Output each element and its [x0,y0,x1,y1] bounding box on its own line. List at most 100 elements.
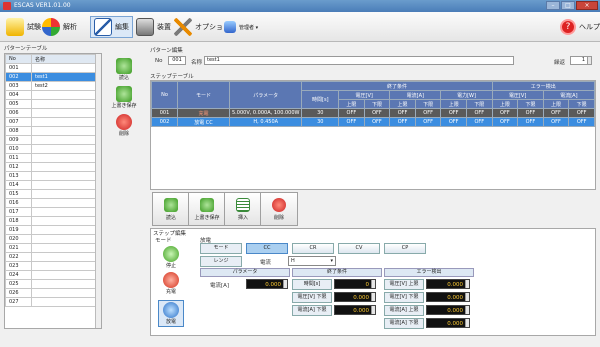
pattern-row[interactable]: 020 [5,234,97,244]
param-current-input[interactable]: 0.000 [246,279,288,289]
help-button[interactable]: ? ヘルプ [560,16,600,38]
spin-arrows-icon[interactable] [465,293,469,301]
pattern-row[interactable]: 021 [5,243,97,253]
end-voltage-lower-input[interactable]: 0.000 [334,292,376,302]
empty-cell [467,127,493,136]
err-voltage-upper-input[interactable]: 0.000 [426,279,470,289]
pattern-row[interactable]: 024 [5,270,97,280]
range-select[interactable]: H ▾ [288,256,336,266]
mode-cv-button[interactable]: CV [338,243,380,254]
close-button[interactable]: × [576,1,598,10]
empty-cell [467,190,493,191]
pattern-row[interactable]: 008 [5,126,97,136]
device-button[interactable]: 装置 [136,16,171,38]
spin-arrows-icon[interactable] [587,57,591,64]
end-current-lower-input[interactable]: 0.000 [334,305,376,315]
pattern-row[interactable]: 018 [5,216,97,226]
err-current-lower-input[interactable]: 0.000 [426,318,470,328]
err-current-upper-label[interactable]: 電流[A] 上限 [384,305,424,316]
empty-cell [492,154,518,163]
pattern-row[interactable]: 026 [5,288,97,298]
err-voltage-header: 電圧[V] [491,90,544,100]
step-param-header: パラメータ [228,81,303,109]
err-current-upper-input[interactable]: 0.000 [426,305,470,315]
spin-arrows-icon[interactable] [465,280,469,288]
repeat-stepper[interactable]: 1 [570,56,592,65]
admin-button[interactable]: 管理者 ▾ [224,16,258,38]
empty-cell [390,154,416,163]
pattern-row[interactable]: 003 test2 [5,81,97,91]
delete-pattern-button[interactable]: 削除 [108,114,140,137]
load-button[interactable]: 読込 [108,58,140,81]
test-button[interactable]: 試験 [6,16,41,38]
step-load-button[interactable]: 読込 [152,192,190,226]
pattern-row[interactable]: 004 [5,90,97,100]
spin-arrows-icon[interactable] [371,280,375,288]
end-current-lower-label[interactable]: 電流[A] 下限 [292,305,332,316]
charge-mode-button[interactable]: 充電 [158,272,184,295]
pattern-row[interactable]: 023 [5,261,97,271]
pattern-row[interactable]: 011 [5,153,97,163]
pattern-row[interactable]: 022 [5,252,97,262]
err-current-lower-label[interactable]: 電流[A] 下限 [384,318,424,329]
pattern-row[interactable]: 015 [5,189,97,199]
pattern-name [31,216,97,226]
empty-cell [339,127,365,136]
empty-cell [152,163,178,172]
err-voltage-lower-input[interactable]: 0.000 [426,292,470,302]
stop-mode-button[interactable]: 停止 [158,246,184,269]
pattern-name-input[interactable]: test1 [204,56,514,65]
spin-arrows-icon[interactable] [465,319,469,327]
time-header: 時間[s] [301,90,340,109]
minimize-button[interactable]: – [546,1,560,10]
maximize-button[interactable]: □ [561,1,575,10]
empty-cell [415,127,441,136]
pattern-row[interactable]: 005 [5,99,97,109]
pattern-row[interactable]: 025 [5,279,97,289]
pattern-row[interactable]: 019 [5,225,97,235]
pattern-row[interactable]: 016 [5,198,97,208]
pattern-no: 023 [5,261,32,271]
spin-arrows-icon[interactable] [283,280,287,288]
step-mode-header: モード [177,81,230,109]
pattern-row[interactable]: 017 [5,207,97,217]
pattern-row[interactable]: 012 [5,162,97,172]
step-insert-button[interactable]: 挿入 [224,192,262,226]
err-current-upper-value: 0.000 [447,308,463,314]
pattern-row[interactable]: 002 test1 [5,72,97,82]
discharge-mode-button[interactable]: 放電 [158,300,184,327]
edit-button[interactable]: 編集 [90,16,133,38]
spin-arrows-icon[interactable] [371,306,375,314]
pattern-row[interactable]: 010 [5,144,97,154]
err-voltage-upper-label[interactable]: 電圧[V] 上限 [384,279,424,290]
pattern-scrollbar[interactable] [95,54,101,328]
end-time-input[interactable]: 0 [334,279,376,289]
pattern-row[interactable]: 001 [5,63,97,73]
analysis-button[interactable]: 解析 [42,16,77,38]
step-overwrite-button[interactable]: 上書き保存 [188,192,226,226]
pattern-row[interactable]: 009 [5,135,97,145]
spin-arrows-icon[interactable] [371,293,375,301]
mode-cc-button[interactable]: CC [246,243,288,254]
overwrite-save-button[interactable]: 上書き保存 [104,86,144,109]
step-delete-button[interactable]: 削除 [260,192,298,226]
end-voltage-lower-label[interactable]: 電圧[V] 下限 [292,292,332,303]
empty-cell [230,145,302,154]
pattern-row[interactable]: 007 [5,117,97,127]
end-time-label[interactable]: 時間[s] [292,279,332,290]
pattern-name [31,108,97,118]
pattern-row[interactable]: 027 [5,297,97,307]
step-row[interactable]: 001 充電 5.000V, 0.000A, 100.000W 30 OFF OFF OFF… [151,108,595,118]
mode-cr-button[interactable]: CR [292,243,334,254]
pattern-row[interactable]: 006 [5,108,97,118]
step-row[interactable]: 002 放電 CC H, 0.450A 30 OFF OFF OFF OFF OFF OFF OFF… [151,117,595,127]
step-cell: OFF [414,108,442,118]
mode-cp-button[interactable]: CP [384,243,426,254]
err-voltage-lower-label[interactable]: 電圧[V] 下限 [384,292,424,303]
pattern-row[interactable]: 013 [5,171,97,181]
spin-arrows-icon[interactable] [465,306,469,314]
pattern-row[interactable]: 014 [5,180,97,190]
empty-cell [467,136,493,145]
empty-cell [441,145,467,154]
options-button[interactable]: オプション [174,16,230,38]
